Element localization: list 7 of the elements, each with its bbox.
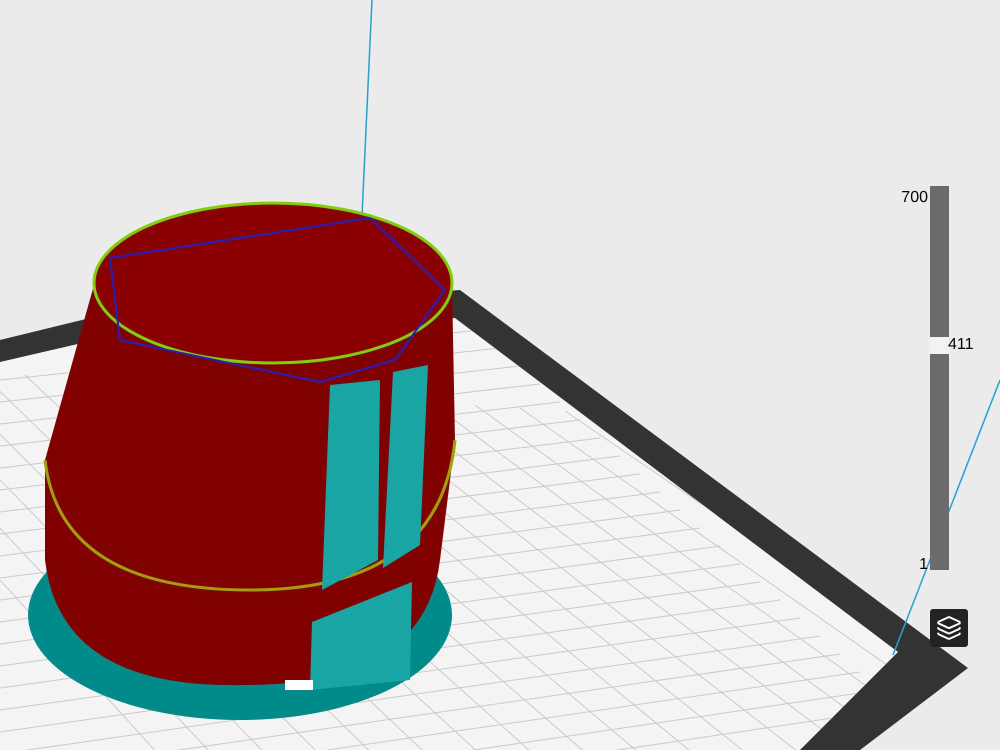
layer-slider-track[interactable] [930,186,949,570]
current-layer-label: 411 [948,334,974,355]
layers-icon [936,615,962,641]
max-layer-label: 700 [901,188,928,208]
layer-slider-handle[interactable] [930,336,949,354]
layers-button[interactable] [930,609,968,647]
min-layer-label: 1 [919,555,928,575]
